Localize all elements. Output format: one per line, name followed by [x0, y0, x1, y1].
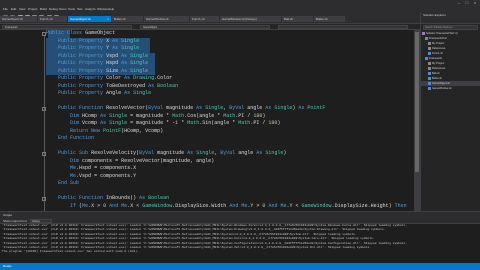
tree-label: FrameworkTest — [429, 37, 447, 40]
member-dropdown[interactable] — [278, 25, 408, 29]
tab-gameobject-active[interactable]: GameObject.vb × — [68, 16, 112, 22]
code-line: Public Property Hspd As Single — [58, 60, 149, 66]
tree-label: Framework — [429, 57, 442, 60]
vb-project-icon — [425, 56, 428, 60]
solution-explorer-toolbar — [421, 18, 480, 24]
code-line: If (Me.X > 0 And Me.X < GameWindow.Displ… — [70, 202, 407, 209]
show-output-label: Show output from: — [3, 219, 28, 223]
code-line: Public Function ResolveVector(ByVal magn… — [58, 105, 326, 111]
tab-gameobject-1[interactable]: GameObject.vb — [0, 16, 38, 22]
solution-icon — [422, 31, 425, 35]
menu-analyze[interactable]: Analyze — [85, 7, 96, 11]
tab-label: Bullet.vb — [114, 17, 126, 21]
menu-view[interactable]: View — [19, 7, 25, 11]
references-icon — [428, 46, 431, 50]
code-line: Dim Vcomp As Single = magnitude * -1 * M… — [70, 120, 281, 126]
menu-team[interactable]: Team — [59, 7, 66, 11]
menu-tools[interactable]: Tools — [68, 7, 75, 11]
vb-file-icon — [428, 76, 431, 80]
tree-label: Solution 'FrameworkTest' (2 — [426, 32, 458, 35]
code-line: Me.Hspd = components.X — [70, 165, 137, 171]
tree-label: Bullet.vb — [432, 77, 442, 80]
tree-label: References — [432, 47, 446, 50]
tree-label: GameWindow.vb — [432, 87, 452, 90]
tree-label: Form1.vb — [432, 52, 443, 55]
wrench-icon — [428, 41, 431, 45]
references-icon — [428, 66, 431, 70]
output-line: The program '[10436] FrameworkTest.vshos… — [2, 250, 139, 254]
solution-explorer: Solution Explorer Search Solution Explor… — [420, 12, 480, 211]
tab-label: Bullet.vb — [316, 17, 328, 21]
line-gutter — [0, 30, 46, 211]
code-editor[interactable]: - - - - Public Class GameObject Public P… — [0, 30, 420, 211]
code-line: Public Property Angle As Single — [58, 90, 152, 96]
tab-gamewindow[interactable]: GameWindow.vb — [144, 16, 190, 22]
code-line: Public Property X As Single — [58, 37, 140, 44]
tree-label: References — [432, 67, 446, 70]
form-file-icon — [428, 86, 431, 90]
menu-debug[interactable]: Debug — [49, 7, 58, 11]
scrollbar-thumb[interactable] — [415, 32, 419, 172]
code-line: Dim components = ResolveVector(magnitude… — [70, 157, 215, 164]
menu-project[interactable]: Project — [28, 7, 37, 11]
tab-bullet[interactable]: Bullet.vb — [112, 16, 144, 22]
vb-project-icon — [425, 36, 428, 40]
menu-help[interactable]: Help — [108, 7, 114, 11]
tab-gamewindow-design[interactable]: GameWindow.vb [Design] — [220, 16, 282, 22]
code-line: Public Property Size As Single — [58, 67, 149, 74]
code-line: Dim HComp As Single = magnitude * Math.C… — [70, 112, 266, 119]
code-line: Public Property ToBeDestroyed As Boolean — [58, 82, 179, 89]
vb-file-icon — [428, 71, 431, 75]
tree-item[interactable]: GameWindow.vb — [421, 86, 480, 91]
wrench-icon — [428, 61, 431, 65]
output-pane: Output Show output from: Debug 'Framewor… — [0, 211, 480, 263]
code-line: Public Property Y As Single — [58, 45, 140, 51]
tab-label: Form1.vb — [192, 17, 205, 21]
solution-search-input[interactable]: Search Solution Explorer — [423, 25, 478, 30]
document-tabs: GameObject.vb Form1.vb GameObject.vb × Bu… — [0, 16, 420, 22]
code-line: Public Property Color As Drawing.Color — [58, 75, 173, 81]
project-dropdown[interactable]: Framework — [2, 25, 132, 29]
code-line: Return New PointF(HComp, Vcomp) — [70, 127, 164, 134]
close-tab-icon[interactable]: × — [107, 16, 109, 22]
form-file-icon — [428, 51, 431, 55]
tab-form1[interactable]: Form1.vb — [38, 16, 68, 22]
menu-edit[interactable]: Edit — [11, 7, 16, 11]
code-line: Public Class GameObject — [46, 30, 116, 36]
vb-file-icon — [428, 81, 431, 85]
menu-window[interactable]: Window — [97, 7, 108, 11]
tab-bullet-2[interactable]: Bullet.vb — [314, 16, 346, 22]
tab-label: Form1.vb — [40, 17, 53, 21]
tree-label: My Project — [432, 62, 445, 65]
tab-label: GameWindow.vb — [146, 17, 169, 21]
tab-label: GameWindow.vb [Design] — [222, 17, 257, 21]
tab-ball[interactable]: Ball.vb — [282, 16, 314, 22]
status-text: Ready — [3, 264, 12, 268]
code-line: Me.Vspd = components.Y — [70, 172, 137, 179]
tab-label: GameObject.vb — [70, 17, 91, 21]
menu-file[interactable]: File — [3, 7, 8, 11]
output-source-dropdown[interactable]: Debug — [30, 219, 53, 224]
code-line: Public Sub ResolveVelocity(ByVal magnitu… — [58, 150, 287, 156]
code-line: Public Property Vspd As Single — [58, 52, 149, 59]
tab-label: Ball.vb — [284, 17, 294, 21]
code-line: End Sub — [58, 180, 80, 186]
output-source-value: Debug — [32, 220, 40, 224]
tree-label: Ball.vb — [432, 72, 440, 75]
tree-label: My Project — [432, 42, 445, 45]
tab-label: GameObject.vb — [2, 17, 23, 21]
status-bar: Ready — [0, 263, 480, 270]
menu-build[interactable]: Build — [40, 7, 47, 11]
class-dropdown[interactable]: GameObject — [140, 25, 270, 29]
tab-form1-2[interactable]: Form1.vb — [190, 16, 220, 22]
menu-test[interactable]: Test — [77, 7, 83, 11]
code-line: End Function — [58, 135, 95, 141]
tree-label: GameObject.vb — [432, 82, 451, 85]
code-line: Public Function InBounds() As Boolean — [58, 195, 170, 201]
fold-guide — [43, 36, 45, 211]
